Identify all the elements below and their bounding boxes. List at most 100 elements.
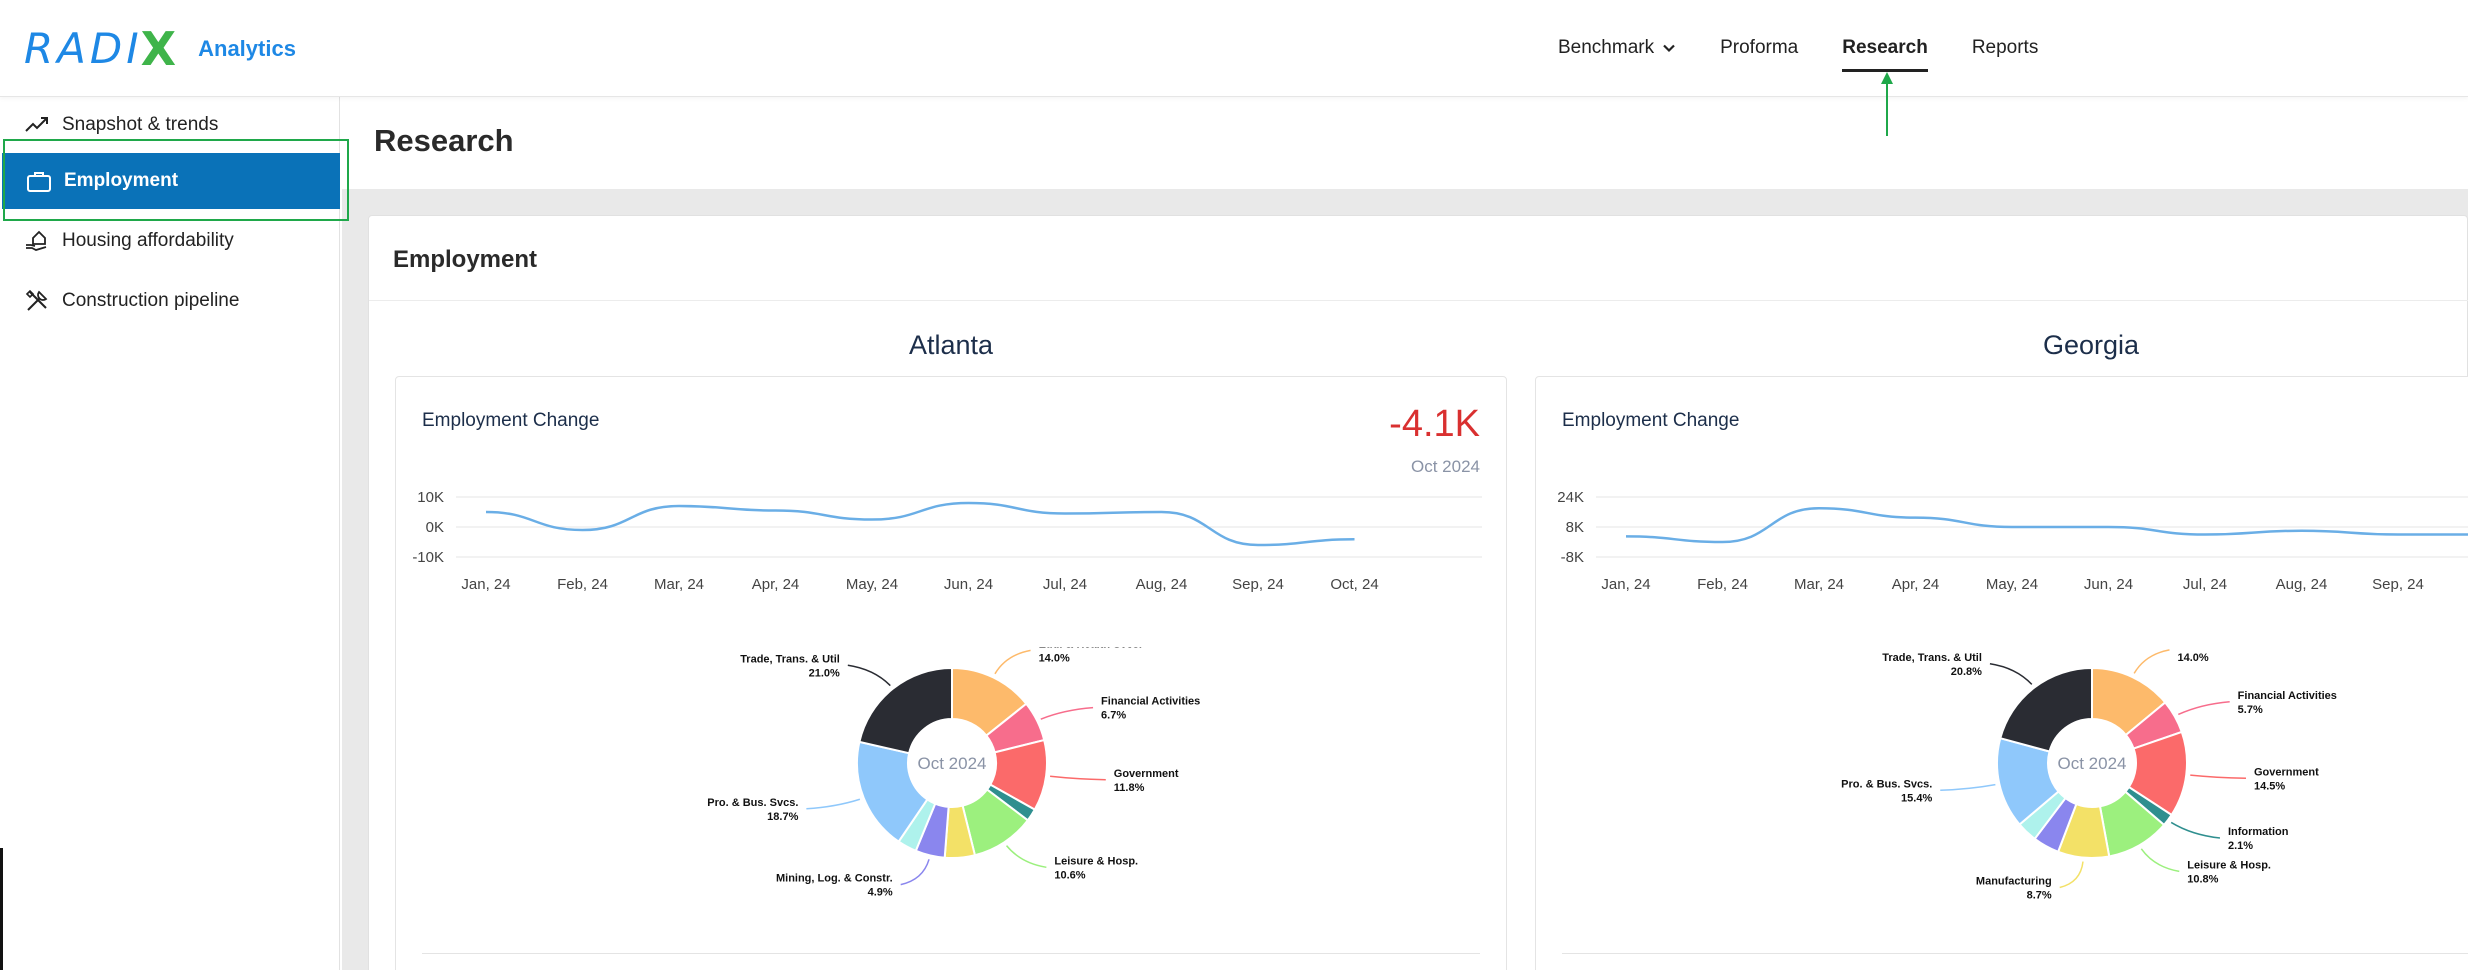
slice-label-value: 11.8%: [1114, 782, 1145, 794]
slice-label-name: Information: [2228, 826, 2289, 838]
x-tick-label: Jul, 24: [1043, 576, 1087, 593]
sidebar-item-label: Snapshot & trends: [62, 114, 219, 135]
label-leader-line: [1005, 845, 1047, 869]
x-tick-label: Feb, 24: [1697, 576, 1748, 593]
industry-donut-chart: Edu. & Health Svcs. 14.0% Financial Activi…: [707, 647, 1200, 899]
trending-up-icon: [25, 117, 48, 132]
x-tick-label: Feb, 24: [557, 576, 608, 593]
label-leader-line: [1050, 775, 1106, 781]
x-tick-label: Apr, 24: [1892, 576, 1940, 593]
card-title: Employment Change: [422, 410, 600, 431]
label-leader-line: [806, 798, 861, 810]
radix-logo[interactable]: RADI X Analytics: [24, 26, 296, 72]
main-nav: Benchmark Proforma Research Reports: [1558, 34, 2082, 72]
y-tick-label: 24K: [1557, 489, 1584, 506]
window-edge: [0, 848, 3, 970]
slice-label-value: 14.5%: [2254, 780, 2285, 792]
y-tick-label: -8K: [1561, 549, 1584, 566]
sidebar-item-snapshot-trends[interactable]: Snapshot & trends: [0, 97, 340, 153]
x-tick-label: Oct, 24: [1330, 576, 1378, 593]
label-leader-line: [2177, 701, 2230, 716]
label-leader-line: [2190, 774, 2247, 780]
slice-label-value: 14.0%: [1039, 652, 1070, 664]
donut-center-label: Oct 2024: [918, 754, 987, 773]
product-name: Analytics: [198, 36, 296, 61]
panel-title: Employment: [393, 246, 538, 273]
top-navbar: RADI X Analytics Benchmark Proforma Resea…: [0, 0, 2468, 97]
annotation-arrow-icon: [1881, 72, 1893, 136]
industry-donut-chart: Edu. & Health Svcs. 14.0% Financial Activi…: [1841, 647, 2337, 901]
slice-label-name: Trade, Trans. & Util: [740, 653, 840, 665]
x-tick-label: Jan, 24: [461, 576, 510, 593]
x-tick-label: May, 24: [1986, 576, 2038, 593]
slice-label-value: 6.7%: [1101, 710, 1126, 722]
x-tick-label: Jul, 24: [2183, 576, 2227, 593]
main-content: Research Employment Atlanta Georgia Empl…: [342, 97, 2468, 970]
slice-label-value: 15.4%: [1901, 792, 1932, 804]
x-tick-label: Jun, 24: [2084, 576, 2133, 593]
sidebar-item-label: Housing affordability: [62, 230, 234, 251]
y-tick-label: 8K: [1566, 519, 1584, 536]
slice-label-name: Edu. & Health Svcs.: [2177, 647, 2280, 650]
employment-panel: Employment Atlanta Georgia Employment Ch…: [368, 215, 2468, 970]
slice-label-name: Government: [1114, 768, 1179, 780]
y-tick-label: 0K: [426, 519, 444, 536]
label-leader-line: [2059, 861, 2084, 889]
x-tick-label: Jan, 24: [1601, 576, 1650, 593]
slice-label-name: Government: [2254, 766, 2319, 778]
slice-label-name: Edu. & Health Svcs.: [1039, 647, 1142, 650]
employment-line-chart: 24K 8K -8K Jan, 24 Feb, 24 Mar, 24 Apr, 24 May,…: [1557, 489, 2468, 593]
card-divider: [1562, 953, 2468, 954]
slice-label-name: Pro. & Bus. Svcs.: [707, 797, 798, 809]
label-leader-line: [2170, 821, 2221, 839]
slice-label-value: 18.7%: [767, 811, 798, 823]
georgia-employment-card: Employment Change 24K 8K -8K Jan, 24 Feb, 24…: [1535, 376, 2468, 970]
sidebar-item-employment[interactable]: Employment: [2, 153, 340, 209]
region-title-georgia: Georgia: [2042, 330, 2140, 360]
sidebar: Snapshot & trends Employment Housing aff…: [0, 97, 340, 970]
employment-change-value: -4.1K: [1389, 403, 1480, 445]
tools-icon: [25, 289, 48, 311]
slice-label-value: 8.7%: [2027, 889, 2052, 901]
sidebar-item-construction-pipeline[interactable]: Construction pipeline: [0, 273, 340, 329]
label-leader-line: [900, 859, 930, 886]
x-tick-label: Apr, 24: [752, 576, 800, 593]
y-tick-label: -10K: [412, 549, 444, 566]
label-leader-line: [2133, 649, 2170, 674]
donut-slice[interactable]: [858, 666, 953, 755]
x-tick-label: Sep, 24: [1232, 576, 1284, 593]
x-tick-label: Aug, 24: [2276, 576, 2328, 593]
nav-research-label: Research: [1842, 37, 1928, 58]
nav-benchmark[interactable]: Benchmark: [1558, 34, 1676, 62]
x-tick-label: May, 24: [846, 576, 898, 593]
label-leader-line: [1940, 783, 1996, 792]
slice-label-name: Financial Activities: [2238, 690, 2337, 702]
label-leader-line: [994, 649, 1031, 675]
card-divider: [422, 953, 1480, 954]
x-tick-label: Mar, 24: [654, 576, 704, 593]
nav-research[interactable]: Research: [1842, 34, 1928, 72]
slice-label-name: Mining, Log. & Constr.: [776, 873, 893, 885]
label-leader-line: [2140, 848, 2180, 873]
donut-slice[interactable]: [1999, 666, 2093, 753]
sidebar-item-housing-affordability[interactable]: Housing affordability: [0, 213, 340, 269]
nav-proforma-label: Proforma: [1720, 37, 1799, 58]
slice-label-name: Financial Activities: [1101, 696, 1200, 708]
slice-label-value: 14.0%: [2177, 652, 2208, 664]
slice-label-name: Trade, Trans. & Util: [1882, 652, 1982, 664]
x-tick-label: Mar, 24: [1794, 576, 1844, 593]
slice-label-value: 21.0%: [809, 667, 840, 679]
nav-benchmark-label: Benchmark: [1558, 37, 1655, 58]
hand-house-icon: [26, 230, 47, 251]
slice-label-name: Pro. & Bus. Svcs.: [1841, 778, 1932, 790]
sidebar-item-label: Employment: [64, 170, 179, 191]
y-tick-label: 10K: [417, 489, 444, 506]
nav-reports[interactable]: Reports: [1972, 34, 2039, 62]
region-title-atlanta: Atlanta: [908, 330, 994, 360]
nav-proforma[interactable]: Proforma: [1720, 34, 1798, 62]
page-header: Research: [342, 97, 2468, 189]
chevron-down-icon: [1663, 44, 1675, 53]
slice-label-value: 4.9%: [868, 887, 893, 899]
card-title: Employment Change: [1562, 410, 1740, 431]
slice-label-value: 20.8%: [1951, 666, 1982, 678]
